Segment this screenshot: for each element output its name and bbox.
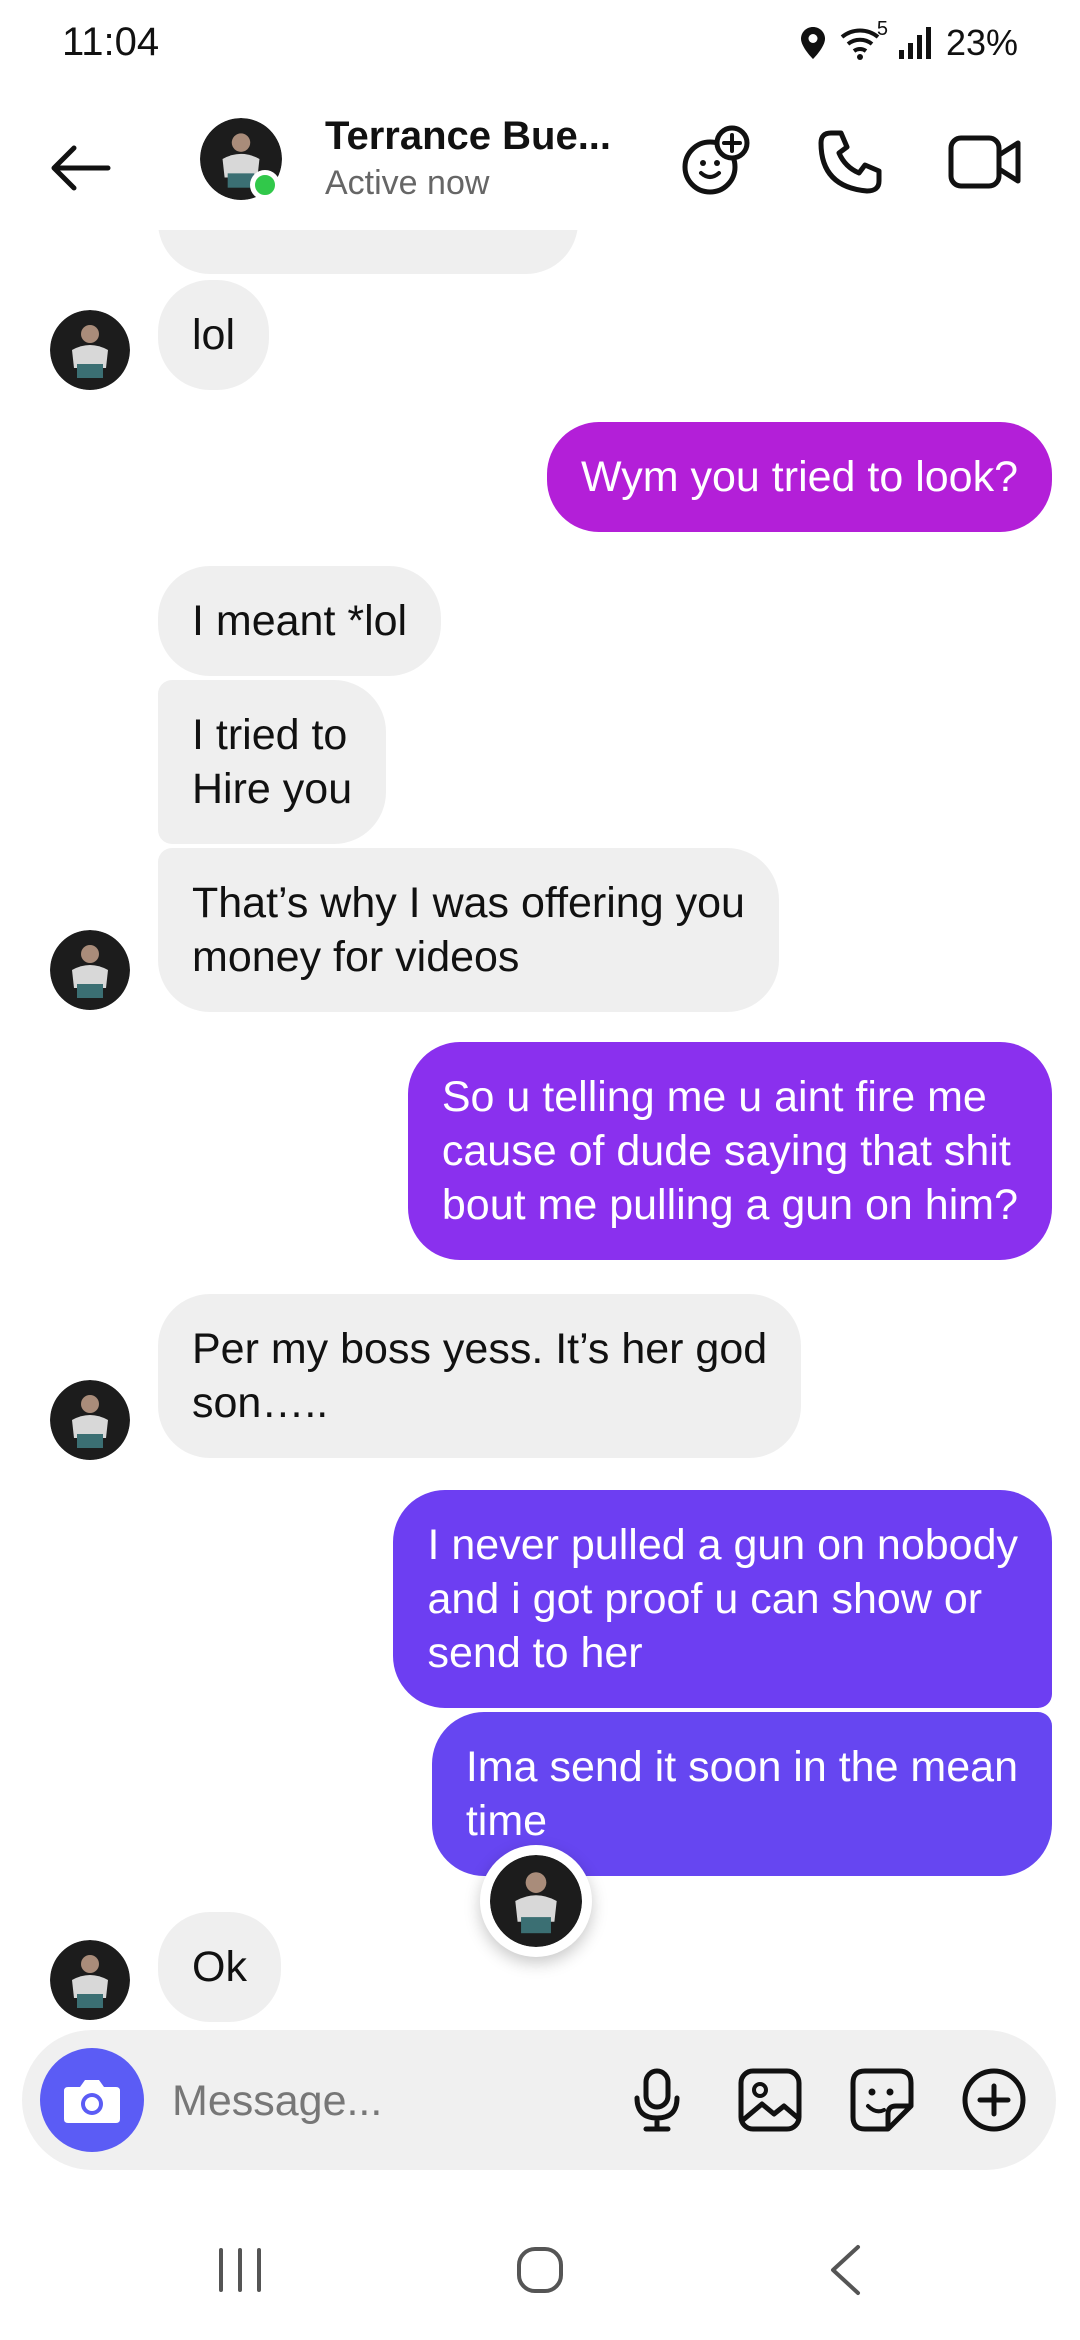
system-navigation-bar (0, 2200, 1080, 2340)
status-time: 11:04 (62, 20, 160, 64)
sender-avatar[interactable] (50, 310, 130, 390)
game-add-icon (682, 125, 750, 195)
video-call-button[interactable] (945, 122, 1025, 202)
phone-icon (818, 130, 882, 194)
recent-apps-button[interactable] (190, 2230, 290, 2310)
message-input[interactable] (170, 2060, 594, 2142)
message-bubble-incoming[interactable]: lol (158, 280, 270, 390)
message-bubble-incoming[interactable]: Per my boss yess. It’s her god son….. (158, 1294, 802, 1458)
camera-button[interactable] (40, 2048, 144, 2152)
game-button[interactable] (675, 122, 755, 202)
message-bubble-outgoing[interactable]: Wym you tried to look? (547, 422, 1052, 532)
home-icon (517, 2247, 563, 2293)
message-bubble-incoming[interactable]: I tried to Hire you (158, 680, 387, 844)
message-bubble-incoming[interactable]: Ok (158, 1912, 281, 2022)
back-arrow-icon (51, 145, 111, 191)
message-bubble-outgoing[interactable]: So u telling me u aint fire me cause of … (407, 1042, 1052, 1260)
battery-level: 23% (945, 22, 1018, 63)
home-button[interactable] (490, 2230, 590, 2310)
message-bubble-incoming[interactable]: I meant *lol (158, 566, 442, 676)
message-bubble-incoming[interactable]: That’s why I was offering you money for … (158, 848, 779, 1012)
wifi-band-label: 5 (876, 18, 888, 40)
video-camera-icon (948, 135, 1021, 189)
chevron-left-icon (831, 2245, 860, 2295)
back-button[interactable] (40, 128, 120, 208)
chat-header: Terrance Bue... Active now (0, 100, 1080, 230)
message-bubble-outgoing[interactable]: I never pulled a gun on nobody and i got… (393, 1490, 1052, 1708)
message-bubble-partial[interactable] (158, 230, 578, 274)
plus-circle-icon (962, 2068, 1026, 2132)
call-button[interactable] (810, 122, 890, 202)
active-status: Active now (325, 164, 490, 202)
sender-avatar[interactable] (50, 930, 130, 1010)
sender-avatar[interactable] (50, 1940, 130, 2020)
microphone-icon (634, 2068, 680, 2132)
contact-name[interactable]: Terrance Bue... (325, 114, 615, 159)
location-icon (800, 26, 826, 60)
message-composer (22, 2030, 1056, 2170)
message-list[interactable]: lol Wym you tried to look? I meant *lol … (0, 230, 1080, 2030)
sender-avatar[interactable] (50, 1380, 130, 1460)
system-back-button[interactable] (795, 2230, 895, 2310)
signal-icon (898, 26, 932, 60)
sticker-icon (850, 2068, 914, 2132)
sticker-button[interactable] (842, 2060, 922, 2140)
online-indicator (250, 170, 280, 200)
status-bar: 11:04 5 23% (0, 0, 1080, 90)
seen-avatar (480, 1845, 592, 1957)
camera-icon (64, 2080, 120, 2123)
gallery-button[interactable] (730, 2060, 810, 2140)
status-icons: 5 23% (800, 18, 1018, 64)
recent-apps-icon (219, 2248, 261, 2292)
more-options-button[interactable] (954, 2060, 1034, 2140)
voice-message-button[interactable] (617, 2060, 697, 2140)
image-icon (738, 2068, 802, 2132)
wifi-icon: 5 (840, 18, 888, 60)
